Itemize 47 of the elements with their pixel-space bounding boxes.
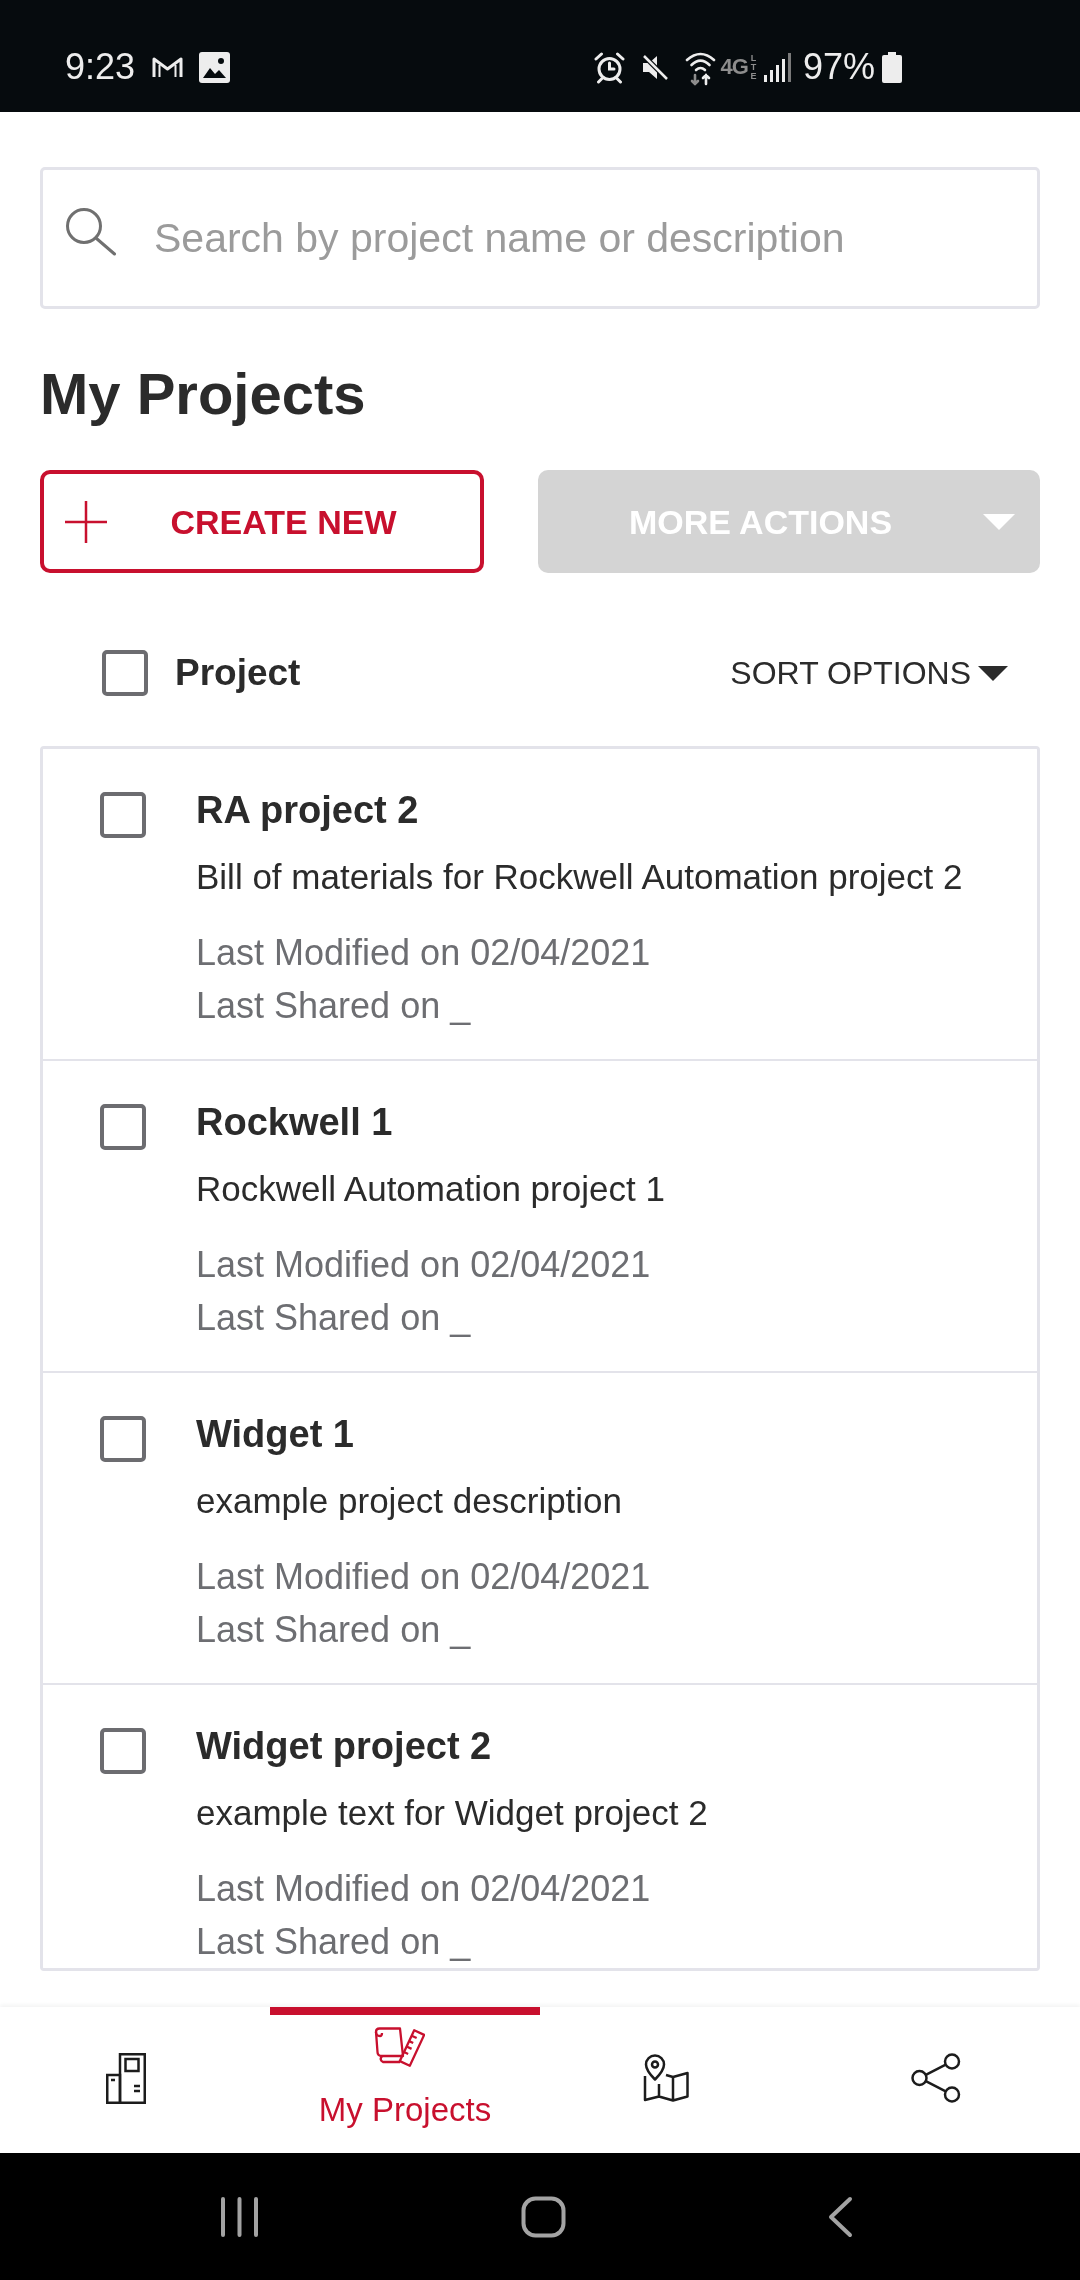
project-name: Widget project 2 xyxy=(196,1724,492,1769)
recent-apps-icon[interactable] xyxy=(219,2195,259,2238)
last-shared-text: Last Shared on _ xyxy=(196,1608,471,1652)
project-checkbox[interactable] xyxy=(100,792,146,838)
project-name: RA project 2 xyxy=(196,788,419,833)
last-modified-text: Last Modified on 02/04/2021 xyxy=(196,1555,651,1599)
last-modified-text: Last Modified on 02/04/2021 xyxy=(196,931,651,975)
battery-icon xyxy=(882,51,902,83)
last-shared-text: Last Shared on _ xyxy=(196,1920,471,1964)
last-shared-text: Last Shared on _ xyxy=(196,984,471,1028)
mail-icon xyxy=(152,56,184,78)
home-icon[interactable] xyxy=(520,2195,566,2238)
project-checkbox[interactable] xyxy=(100,1728,146,1774)
last-shared-text: Last Shared on _ xyxy=(196,1296,471,1340)
scroll-ruler-icon xyxy=(373,2027,425,2069)
project-description: Rockwell Automation project 1 xyxy=(196,1168,665,1210)
project-checkbox[interactable] xyxy=(100,1104,146,1150)
back-icon[interactable] xyxy=(827,2195,853,2238)
select-all-checkbox[interactable] xyxy=(102,650,148,696)
cabinet-icon xyxy=(106,2052,146,2104)
sort-options-button[interactable]: SORT OPTIONS xyxy=(730,653,1008,693)
signal-icon xyxy=(763,52,791,82)
page-title: My Projects xyxy=(40,360,366,428)
search-icon xyxy=(65,207,117,256)
project-description: example text for Widget project 2 xyxy=(196,1792,708,1834)
caret-icon xyxy=(983,513,1015,530)
search-field[interactable]: Search by project name or description xyxy=(40,167,1040,309)
project-name: Rockwell 1 xyxy=(196,1100,393,1145)
project-checkbox[interactable] xyxy=(100,1416,146,1462)
image-icon xyxy=(199,51,231,83)
create-button[interactable]: CREATE NEW xyxy=(40,470,484,573)
alarm-clock-icon xyxy=(592,50,626,84)
project-description: Bill of materials for Rockwell Automation project 2 xyxy=(196,856,963,898)
plus-icon xyxy=(65,500,107,543)
last-modified-text: Last Modified on 02/04/2021 xyxy=(196,1867,651,1911)
project-description: example project description xyxy=(196,1480,623,1522)
share-icon xyxy=(911,2053,961,2103)
project-card[interactable]: RA project 2 Bill of materials for Rockwell Automation project 2 Last Modified on 02/04/2021 Last Shared on _ xyxy=(43,749,1037,1061)
network-detail-text: LTE xyxy=(749,53,758,81)
caret-icon xyxy=(978,665,1008,681)
battery-percent: 97% xyxy=(802,46,875,88)
clock-time: 9:23 xyxy=(65,46,136,88)
last-modified-text: Last Modified on 02/04/2021 xyxy=(196,1243,651,1287)
map-pin-icon xyxy=(642,2054,690,2102)
project-name: Widget 1 xyxy=(196,1412,354,1457)
column-label: Project xyxy=(175,651,301,695)
network-type-text: 4G xyxy=(720,55,748,79)
